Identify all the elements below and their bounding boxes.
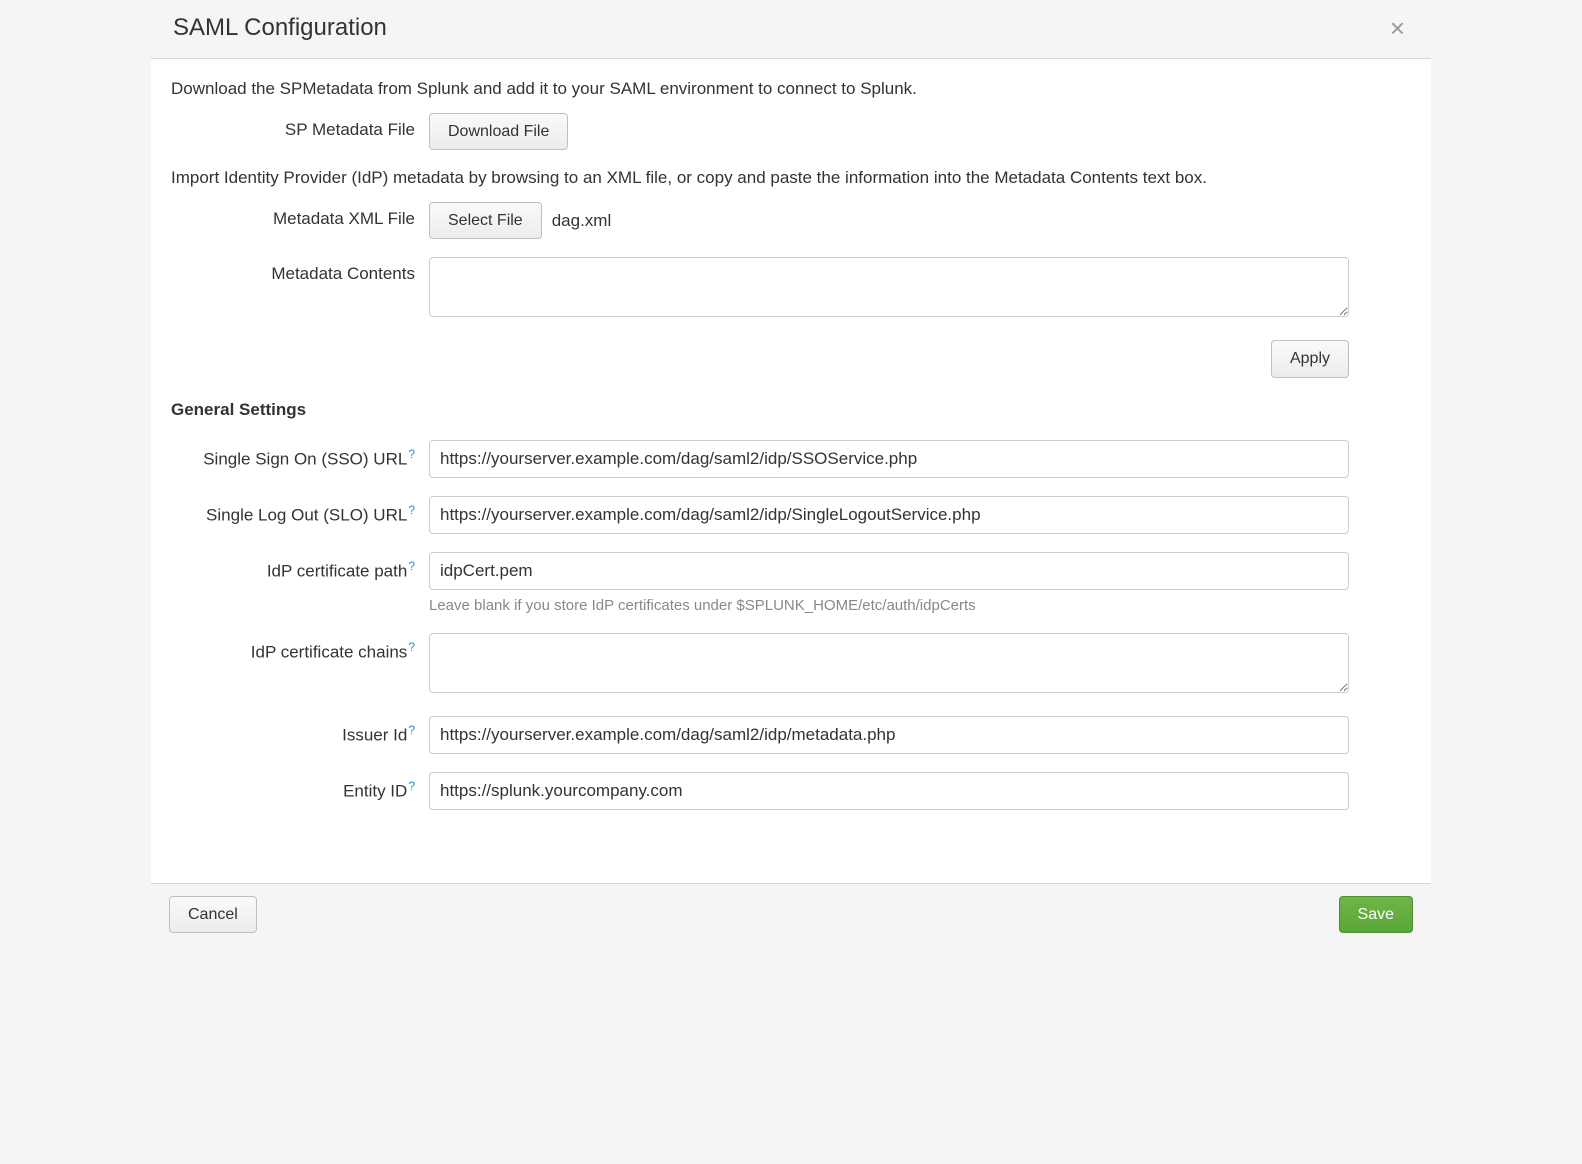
import-intro-text: Import Identity Provider (IdP) metadata … <box>171 168 1411 188</box>
apply-button[interactable]: Apply <box>1271 340 1349 377</box>
slo-url-row: Single Log Out (SLO) URL? <box>171 496 1411 534</box>
issuer-id-label-text: Issuer Id <box>342 726 407 745</box>
metadata-contents-label: Metadata Contents <box>171 257 429 284</box>
sso-url-label: Single Sign On (SSO) URL? <box>171 440 429 470</box>
modal-title: SAML Configuration <box>173 14 387 42</box>
idp-cert-chains-textarea[interactable] <box>429 633 1349 693</box>
entity-id-label: Entity ID? <box>171 772 429 802</box>
idp-cert-path-label-text: IdP certificate path <box>267 561 408 580</box>
sso-url-label-text: Single Sign On (SSO) URL <box>203 449 407 468</box>
sp-metadata-row: SP Metadata File Download File <box>171 113 1411 150</box>
issuer-id-row: Issuer Id? <box>171 716 1411 754</box>
slo-url-input[interactable] <box>429 496 1349 534</box>
metadata-contents-row: Metadata Contents <box>171 257 1411 322</box>
close-icon[interactable]: × <box>1386 15 1409 41</box>
idp-cert-path-label: IdP certificate path? <box>171 552 429 582</box>
metadata-xml-label: Metadata XML File <box>171 202 429 229</box>
metadata-contents-textarea[interactable] <box>429 257 1349 317</box>
cancel-button[interactable]: Cancel <box>169 896 257 933</box>
selected-file-name: dag.xml <box>546 211 612 231</box>
apply-row: Apply <box>171 340 1349 377</box>
help-icon[interactable]: ? <box>408 723 415 737</box>
entity-id-label-text: Entity ID <box>343 782 407 801</box>
entity-id-input[interactable] <box>429 772 1349 810</box>
sso-url-input[interactable] <box>429 440 1349 478</box>
download-intro-text: Download the SPMetadata from Splunk and … <box>171 79 1411 99</box>
modal-body[interactable]: Download the SPMetadata from Splunk and … <box>151 59 1431 883</box>
modal-footer: Cancel Save <box>151 883 1431 945</box>
sso-url-row: Single Sign On (SSO) URL? <box>171 440 1411 478</box>
issuer-id-label: Issuer Id? <box>171 716 429 746</box>
select-file-button[interactable]: Select File <box>429 202 542 239</box>
help-icon[interactable]: ? <box>408 779 415 793</box>
save-button[interactable]: Save <box>1339 896 1413 933</box>
metadata-xml-row: Metadata XML File Select File dag.xml <box>171 202 1411 239</box>
download-file-button[interactable]: Download File <box>429 113 568 150</box>
help-icon[interactable]: ? <box>408 447 415 461</box>
general-settings-heading: General Settings <box>171 400 1411 420</box>
slo-url-label-text: Single Log Out (SLO) URL <box>206 505 407 524</box>
entity-id-row: Entity ID? <box>171 772 1411 810</box>
help-icon[interactable]: ? <box>408 559 415 573</box>
idp-cert-path-hint: Leave blank if you store IdP certificate… <box>429 596 1349 616</box>
modal-header: SAML Configuration × <box>151 0 1431 59</box>
idp-cert-path-input[interactable] <box>429 552 1349 590</box>
help-icon[interactable]: ? <box>408 503 415 517</box>
idp-cert-chains-row: IdP certificate chains? <box>171 633 1411 698</box>
slo-url-label: Single Log Out (SLO) URL? <box>171 496 429 526</box>
idp-cert-chains-label-text: IdP certificate chains <box>251 643 408 662</box>
saml-config-modal: SAML Configuration × Download the SPMeta… <box>151 0 1431 945</box>
help-icon[interactable]: ? <box>408 640 415 654</box>
sp-metadata-label: SP Metadata File <box>171 113 429 140</box>
idp-cert-path-row: IdP certificate path? Leave blank if you… <box>171 552 1411 616</box>
idp-cert-chains-label: IdP certificate chains? <box>171 633 429 663</box>
issuer-id-input[interactable] <box>429 716 1349 754</box>
